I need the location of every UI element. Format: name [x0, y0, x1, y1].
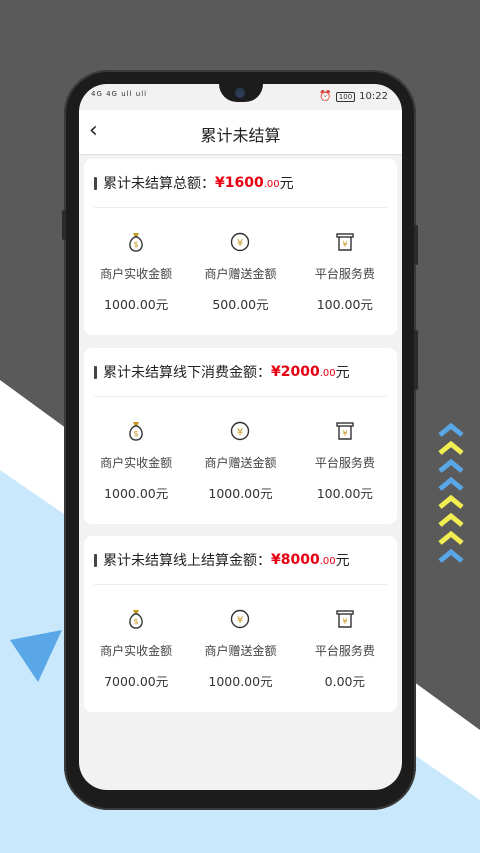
heading-marker [94, 176, 97, 190]
breakdown-label: 平台服务费 [314, 456, 375, 470]
breakdown-item: $ 商户实收金额 7000.00元 [84, 608, 188, 690]
clock: 10:22 [359, 91, 388, 102]
svg-text:¥: ¥ [342, 429, 347, 438]
status-bar: 4G 4G ull ull ⏰ 100 10:22 [79, 84, 402, 110]
receipt-icon: ¥ [336, 233, 354, 251]
breakdown-value: 100.00元 [316, 297, 373, 312]
summary-card-offline: 累计未结算线下消费金额： ¥2000.00 元 $ 商户实收金额 1000.00… [84, 348, 397, 524]
amount-breakdown: $ 商户实收金额 1000.00元 ¥ 商户赠送金额 500.00元 ¥ 平台服… [84, 231, 397, 313]
card-unit: 元 [335, 365, 350, 381]
signal-indicators: 4G 4G ull ull [91, 90, 148, 98]
alarm-icon: ⏰ [319, 91, 332, 102]
amount-breakdown: $ 商户实收金额 1000.00元 ¥ 商户赠送金额 1000.00元 ¥ 平台… [84, 420, 397, 502]
breakdown-value: 1000.00元 [208, 674, 273, 689]
heading-marker [94, 365, 97, 379]
breakdown-label: 商户实收金额 [100, 267, 173, 281]
heading-marker [94, 553, 97, 567]
breakdown-value: 7000.00元 [104, 674, 169, 689]
breakdown-label: 商户实收金额 [100, 644, 173, 658]
svg-text:$: $ [134, 429, 139, 438]
phone-screen: 4G 4G ull ull ⏰ 100 10:22 ‹ 累计未结算 累计未结算总… [79, 84, 402, 790]
breakdown-label: 平台服务费 [314, 267, 375, 281]
phone-side-button [414, 225, 418, 265]
divider [94, 396, 387, 397]
phone-side-button [414, 330, 418, 390]
svg-text:¥: ¥ [237, 427, 243, 438]
summary-card-online: 累计未结算线上结算金额： ¥8000.00 元 $ 商户实收金额 7000.00… [84, 536, 397, 712]
yen-coin-icon: ¥ [231, 421, 250, 441]
svg-text:¥: ¥ [342, 617, 347, 626]
money-bag-icon: $ [129, 610, 143, 629]
breakdown-item: ¥ 商户赠送金额 1000.00元 [188, 420, 292, 502]
card-amount: ¥2000.00 [271, 364, 336, 380]
svg-text:¥: ¥ [342, 240, 347, 249]
divider [94, 207, 387, 208]
yen-coin-icon: ¥ [231, 232, 250, 252]
breakdown-value: 1000.00元 [104, 486, 169, 501]
breakdown-label: 商户赠送金额 [204, 456, 277, 470]
nav-bar: ‹ 累计未结算 [79, 110, 402, 155]
breakdown-item: ¥ 商户赠送金额 500.00元 [188, 231, 292, 313]
svg-text:$: $ [134, 240, 139, 249]
breakdown-label: 商户赠送金额 [204, 267, 277, 281]
card-amount: ¥1600.00 [215, 175, 280, 191]
card-label: 累计未结算线上结算金额： [103, 553, 271, 569]
card-label: 累计未结算线下消费金额： [103, 365, 271, 381]
amount-breakdown: $ 商户实收金额 7000.00元 ¥ 商户赠送金额 1000.00元 ¥ 平台… [84, 608, 397, 690]
breakdown-label: 平台服务费 [314, 644, 375, 658]
breakdown-item: ¥ 商户赠送金额 1000.00元 [188, 608, 292, 690]
summary-card-total: 累计未结算总额： ¥1600.00 元 $ 商户实收金额 1000.00元 ¥ … [84, 159, 397, 335]
status-right: ⏰ 100 10:22 [319, 91, 388, 102]
card-unit: 元 [335, 553, 350, 569]
breakdown-item: ¥ 平台服务费 0.00元 [293, 608, 397, 690]
camera-icon [235, 88, 245, 98]
money-bag-icon: $ [129, 422, 143, 441]
breakdown-value: 100.00元 [316, 486, 373, 501]
receipt-icon: ¥ [336, 610, 354, 628]
breakdown-value: 0.00元 [324, 674, 365, 689]
breakdown-value: 1000.00元 [104, 297, 169, 312]
breakdown-item: ¥ 平台服务费 100.00元 [293, 231, 397, 313]
card-label: 累计未结算总额： [103, 176, 215, 192]
breakdown-item: $ 商户实收金额 1000.00元 [84, 231, 188, 313]
divider [94, 584, 387, 585]
svg-text:$: $ [134, 617, 139, 626]
breakdown-label: 商户实收金额 [100, 456, 173, 470]
breakdown-label: 商户赠送金额 [204, 644, 277, 658]
card-amount: ¥8000.00 [271, 552, 336, 568]
card-heading: 累计未结算线上结算金额： ¥8000.00 元 [94, 550, 350, 570]
svg-text:¥: ¥ [237, 615, 243, 626]
breakdown-value: 1000.00元 [208, 486, 273, 501]
money-bag-icon: $ [129, 233, 143, 252]
battery-icon: 100 [335, 91, 356, 102]
yen-coin-icon: ¥ [231, 609, 250, 629]
receipt-icon: ¥ [336, 422, 354, 440]
card-heading: 累计未结算线下消费金额： ¥2000.00 元 [94, 362, 350, 382]
breakdown-item: ¥ 平台服务费 100.00元 [293, 420, 397, 502]
card-heading: 累计未结算总额： ¥1600.00 元 [94, 173, 294, 193]
card-unit: 元 [279, 176, 294, 192]
phone-side-button [62, 210, 66, 240]
breakdown-item: $ 商户实收金额 1000.00元 [84, 420, 188, 502]
breakdown-value: 500.00元 [212, 297, 269, 312]
page-title: 累计未结算 [200, 126, 281, 145]
svg-text:¥: ¥ [237, 238, 243, 249]
